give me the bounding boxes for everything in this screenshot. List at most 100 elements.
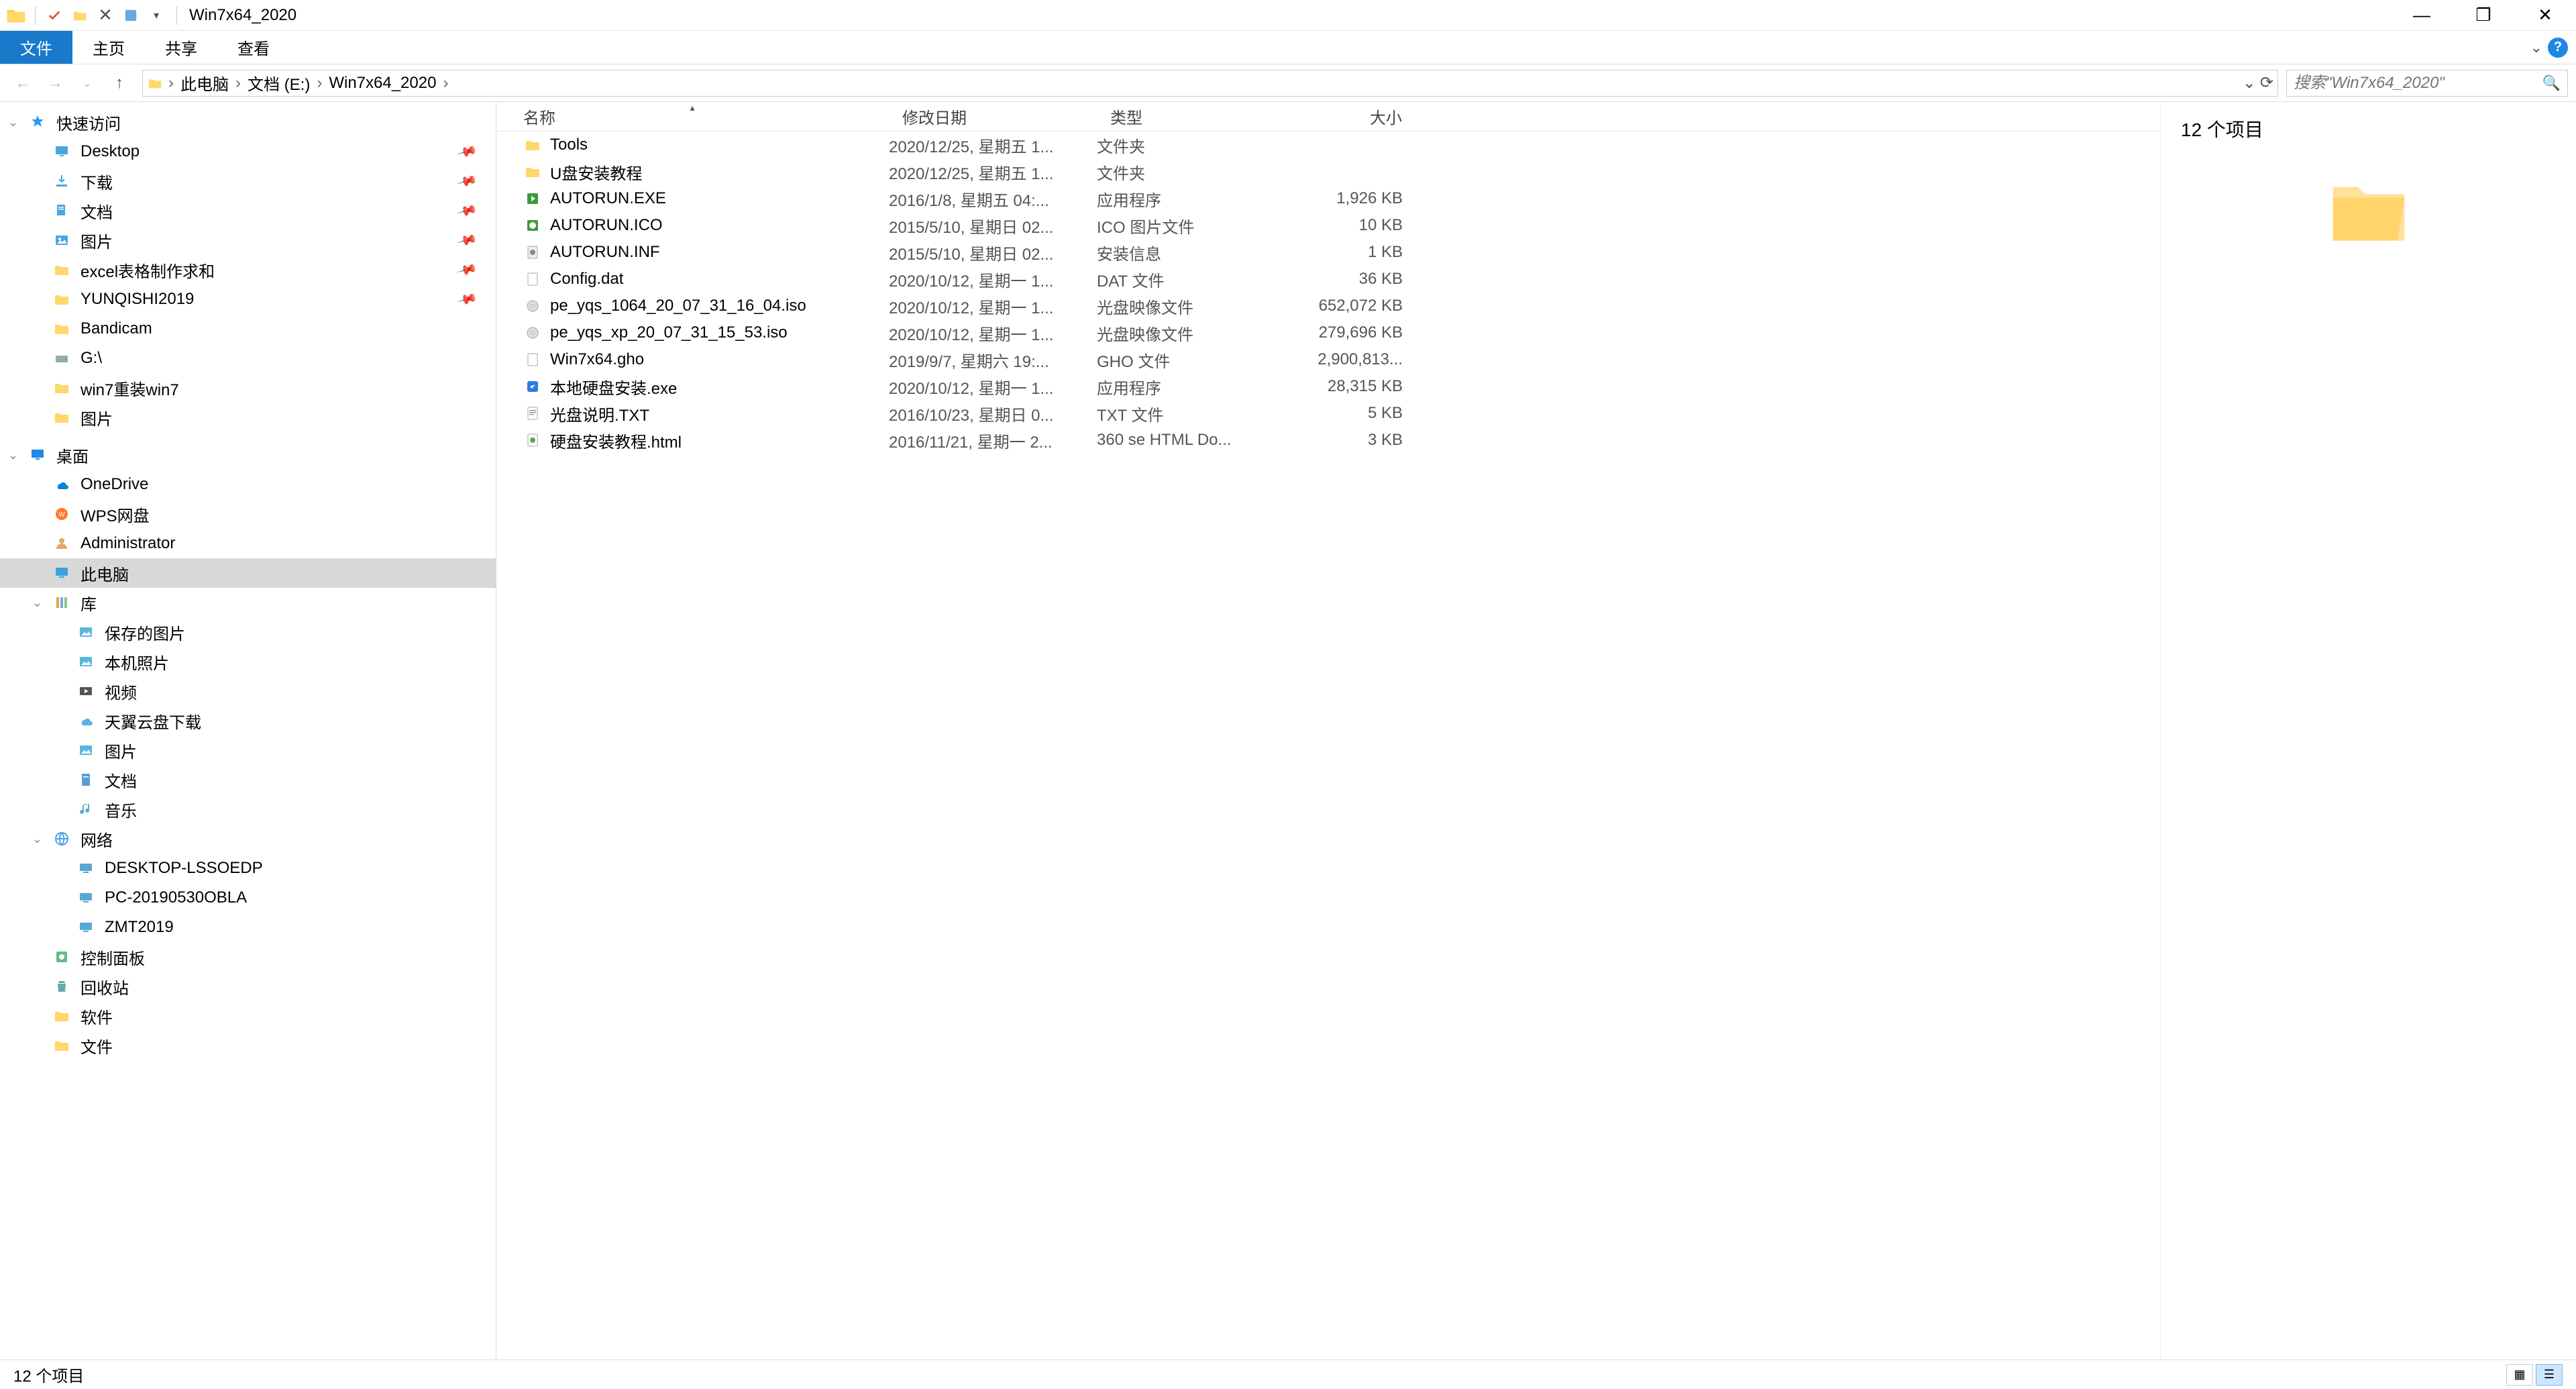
- tree-item[interactable]: 下载📌: [0, 166, 496, 196]
- tree-item[interactable]: 天翼云盘下载: [0, 706, 496, 735]
- ribbon-tab-file[interactable]: 文件: [0, 31, 72, 64]
- chevron-down-icon[interactable]: ⌄: [8, 448, 21, 462]
- qat-folder-icon[interactable]: [69, 5, 91, 26]
- qat-app-icon[interactable]: [120, 5, 142, 26]
- tree-item[interactable]: 音乐: [0, 794, 496, 824]
- tree-item[interactable]: Bandicam: [0, 314, 496, 344]
- crumb-folder[interactable]: Win7x64_2020: [323, 74, 441, 93]
- crumb-sep[interactable]: ›: [315, 74, 323, 93]
- tree-item[interactable]: 文档📌: [0, 196, 496, 225]
- tree-item-label: 回收站: [80, 975, 129, 998]
- window-title: Win7x64_2020: [181, 6, 297, 25]
- tree-item[interactable]: 视频: [0, 676, 496, 706]
- file-row[interactable]: pe_yqs_xp_20_07_31_15_53.iso2020/10/12, …: [496, 319, 2160, 346]
- column-name[interactable]: ▴ 名称: [496, 102, 889, 131]
- breadcrumb: › 此电脑 › 文档 (E:) › Win7x64_2020 ›: [167, 71, 2239, 95]
- file-row[interactable]: 本地硬盘安装.exe2020/10/12, 星期一 1...应用程序28,315…: [496, 373, 2160, 400]
- ribbon-tab-share[interactable]: 共享: [145, 31, 217, 64]
- close-button[interactable]: ✕: [2514, 0, 2576, 31]
- file-row[interactable]: 光盘说明.TXT2016/10/23, 星期日 0...TXT 文件5 KB: [496, 400, 2160, 427]
- qat-dropdown-icon[interactable]: ▾: [146, 5, 167, 26]
- preview-title: 12 个项目: [2181, 115, 2556, 142]
- qat-check-icon[interactable]: [44, 5, 65, 26]
- file-row[interactable]: 硬盘安装教程.html2016/11/21, 星期一 2...360 se HT…: [496, 427, 2160, 454]
- forward-button[interactable]: →: [40, 70, 70, 97]
- crumb-pc[interactable]: 此电脑: [175, 71, 234, 95]
- help-icon[interactable]: ?: [2548, 38, 2568, 58]
- tree-item[interactable]: 控制面板: [0, 942, 496, 972]
- tree-item-label: 天翼云盘下载: [105, 709, 201, 733]
- crumb-drive[interactable]: 文档 (E:): [242, 71, 315, 95]
- drive-icon: [51, 348, 72, 369]
- navigation-tree[interactable]: ⌄快速访问Desktop📌下载📌文档📌图片📌excel表格制作求和📌YUNQIS…: [0, 102, 496, 1359]
- tree-item[interactable]: 软件: [0, 1001, 496, 1031]
- pin-icon: 📌: [456, 288, 479, 311]
- file-row[interactable]: AUTORUN.INF2015/5/10, 星期日 02...安装信息1 KB: [496, 239, 2160, 266]
- tree-item[interactable]: 本机照片: [0, 647, 496, 676]
- tree-item[interactable]: Desktop📌: [0, 137, 496, 166]
- file-row[interactable]: Win7x64.gho2019/9/7, 星期六 19:...GHO 文件2,9…: [496, 346, 2160, 373]
- ribbon-tab-home[interactable]: 主页: [72, 31, 145, 64]
- tree-item[interactable]: excel表格制作求和📌: [0, 255, 496, 285]
- file-row[interactable]: Tools2020/12/25, 星期五 1...文件夹: [496, 132, 2160, 158]
- cell-name: 本地硬盘安装.exe: [496, 375, 889, 399]
- file-name-label: pe_yqs_xp_20_07_31_15_53.iso: [550, 323, 788, 342]
- tree-item[interactable]: win7重装win7: [0, 373, 496, 403]
- chevron-down-icon[interactable]: ⌄: [32, 596, 46, 610]
- search-box[interactable]: 🔍: [2286, 70, 2568, 97]
- star-icon: [27, 111, 48, 133]
- tree-item[interactable]: ⌄快速访问: [0, 107, 496, 137]
- refresh-icon[interactable]: ⟳: [2260, 73, 2273, 93]
- file-row[interactable]: AUTORUN.EXE2016/1/8, 星期五 04:...应用程序1,926…: [496, 185, 2160, 212]
- file-row[interactable]: AUTORUN.ICO2015/5/10, 星期日 02...ICO 图片文件1…: [496, 212, 2160, 239]
- tree-item[interactable]: 图片: [0, 735, 496, 765]
- tree-item[interactable]: 图片: [0, 403, 496, 432]
- tree-item[interactable]: DESKTOP-LSSOEDP: [0, 854, 496, 883]
- tree-item[interactable]: 回收站: [0, 972, 496, 1001]
- tree-item[interactable]: 文档: [0, 765, 496, 794]
- column-size[interactable]: 大小: [1282, 102, 1416, 131]
- minimize-button[interactable]: —: [2391, 0, 2453, 31]
- file-row[interactable]: U盘安装教程2020/12/25, 星期五 1...文件夹: [496, 158, 2160, 185]
- tree-item[interactable]: Administrator: [0, 529, 496, 558]
- iso-icon: [523, 323, 542, 342]
- back-button[interactable]: ←: [8, 70, 38, 97]
- crumb-sep[interactable]: ›: [234, 74, 242, 93]
- file-row[interactable]: Config.dat2020/10/12, 星期一 1...DAT 文件36 K…: [496, 266, 2160, 293]
- address-dropdown-icon[interactable]: ⌄: [2243, 73, 2256, 93]
- maximize-button[interactable]: ❐: [2453, 0, 2514, 31]
- ribbon-tab-view[interactable]: 查看: [217, 31, 290, 64]
- tree-item[interactable]: 此电脑: [0, 558, 496, 588]
- chevron-down-icon[interactable]: ⌄: [32, 832, 46, 846]
- window-controls: — ❐ ✕: [2391, 0, 2576, 31]
- tree-item[interactable]: ⌄网络: [0, 824, 496, 854]
- tree-item[interactable]: 图片📌: [0, 225, 496, 255]
- tree-item[interactable]: PC-20190530OBLA: [0, 883, 496, 913]
- search-icon[interactable]: 🔍: [2542, 74, 2561, 92]
- view-thumbnails-button[interactable]: ▦: [2506, 1364, 2533, 1386]
- tree-item[interactable]: YUNQISHI2019📌: [0, 285, 496, 314]
- qat-close-icon[interactable]: ✕: [95, 5, 116, 26]
- recent-dropdown[interactable]: ⌄: [72, 70, 102, 97]
- crumb-sep[interactable]: ›: [441, 74, 449, 93]
- tree-item[interactable]: 保存的图片: [0, 617, 496, 647]
- view-details-button[interactable]: ☰: [2536, 1364, 2563, 1386]
- pic-icon: [75, 739, 97, 761]
- tree-item[interactable]: 文件: [0, 1031, 496, 1060]
- tree-item[interactable]: ZMT2019: [0, 913, 496, 942]
- crumb-sep[interactable]: ›: [167, 74, 175, 93]
- cell-type: GHO 文件: [1097, 348, 1282, 372]
- tree-item[interactable]: ⌄桌面: [0, 440, 496, 470]
- tree-item[interactable]: OneDrive: [0, 470, 496, 499]
- search-input[interactable]: [2294, 74, 2542, 93]
- ribbon-expand-icon[interactable]: ⌄: [2530, 39, 2542, 56]
- up-button[interactable]: ↑: [105, 70, 134, 97]
- chevron-down-icon[interactable]: ⌄: [8, 115, 21, 130]
- tree-item[interactable]: G:\: [0, 344, 496, 373]
- address-bar[interactable]: › 此电脑 › 文档 (E:) › Win7x64_2020 › ⌄ ⟳: [142, 70, 2278, 97]
- file-row[interactable]: pe_yqs_1064_20_07_31_16_04.iso2020/10/12…: [496, 293, 2160, 319]
- column-type[interactable]: 类型: [1097, 102, 1282, 131]
- tree-item[interactable]: ⌄库: [0, 588, 496, 617]
- column-date[interactable]: 修改日期: [889, 102, 1097, 131]
- tree-item[interactable]: WWPS网盘: [0, 499, 496, 529]
